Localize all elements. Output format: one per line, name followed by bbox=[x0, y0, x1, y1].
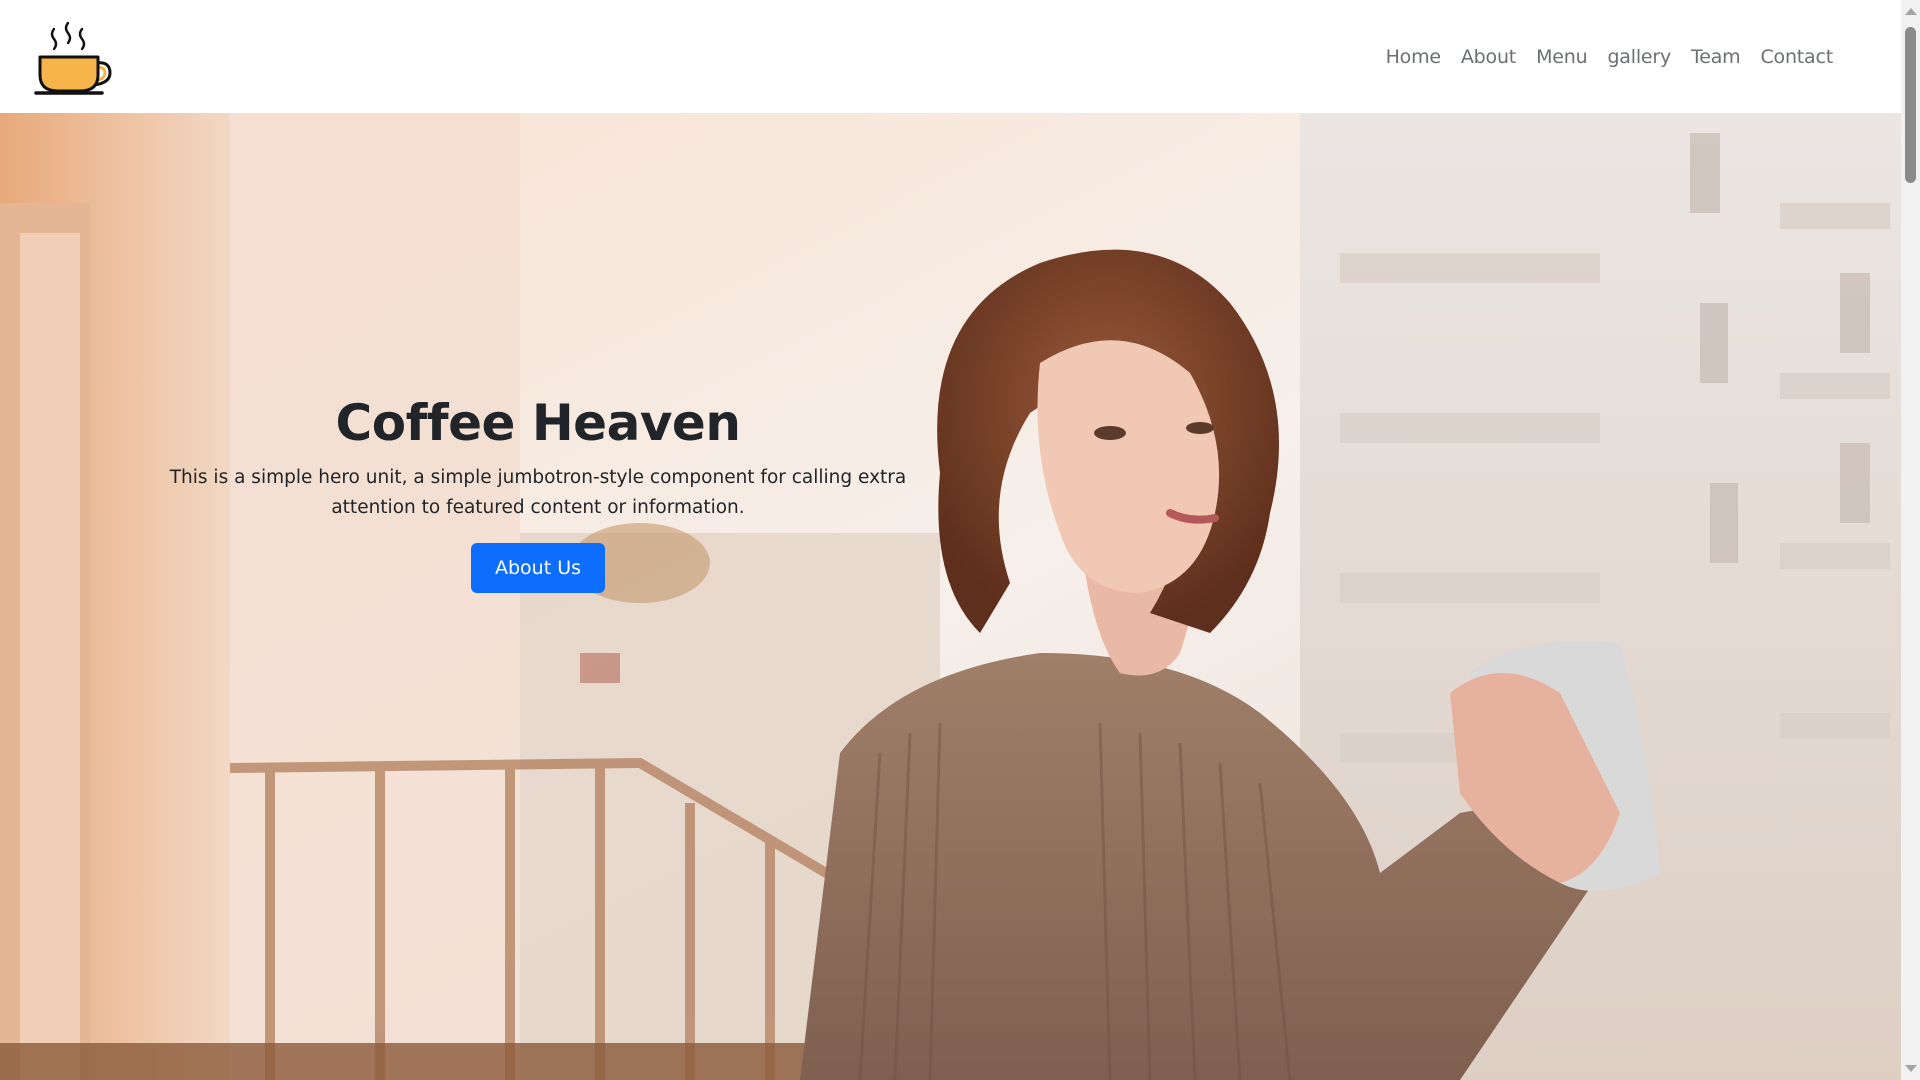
scroll-up-arrow-icon[interactable] bbox=[1905, 8, 1917, 15]
navbar: Home About Menu gallery Team Contact bbox=[0, 0, 1901, 113]
hero-title: Coffee Heaven bbox=[335, 394, 741, 452]
nav-link-gallery[interactable]: gallery bbox=[1607, 42, 1671, 72]
hero-background-image bbox=[0, 113, 1901, 1080]
hero-content: Coffee Heaven This is a simple hero unit… bbox=[130, 393, 946, 593]
nav-link-home[interactable]: Home bbox=[1386, 42, 1442, 72]
hero-lead-text: This is a simple hero unit, a simple jum… bbox=[169, 467, 907, 518]
about-us-button[interactable]: About Us bbox=[470, 543, 606, 593]
nav-link-contact[interactable]: Contact bbox=[1760, 42, 1833, 72]
nav-link-team[interactable]: Team bbox=[1691, 42, 1741, 72]
nav-links: Home About Menu gallery Team Contact bbox=[1386, 42, 1834, 72]
scrollbar-thumb[interactable] bbox=[1905, 27, 1916, 183]
nav-link-menu[interactable]: Menu bbox=[1536, 42, 1588, 72]
scroll-down-arrow-icon[interactable] bbox=[1905, 1065, 1917, 1072]
page-scrollbar[interactable] bbox=[1901, 0, 1920, 1080]
hero-section: Coffee Heaven This is a simple hero unit… bbox=[0, 113, 1901, 1080]
nav-link-about[interactable]: About bbox=[1461, 42, 1516, 72]
coffee-cup-icon[interactable] bbox=[32, 15, 116, 99]
